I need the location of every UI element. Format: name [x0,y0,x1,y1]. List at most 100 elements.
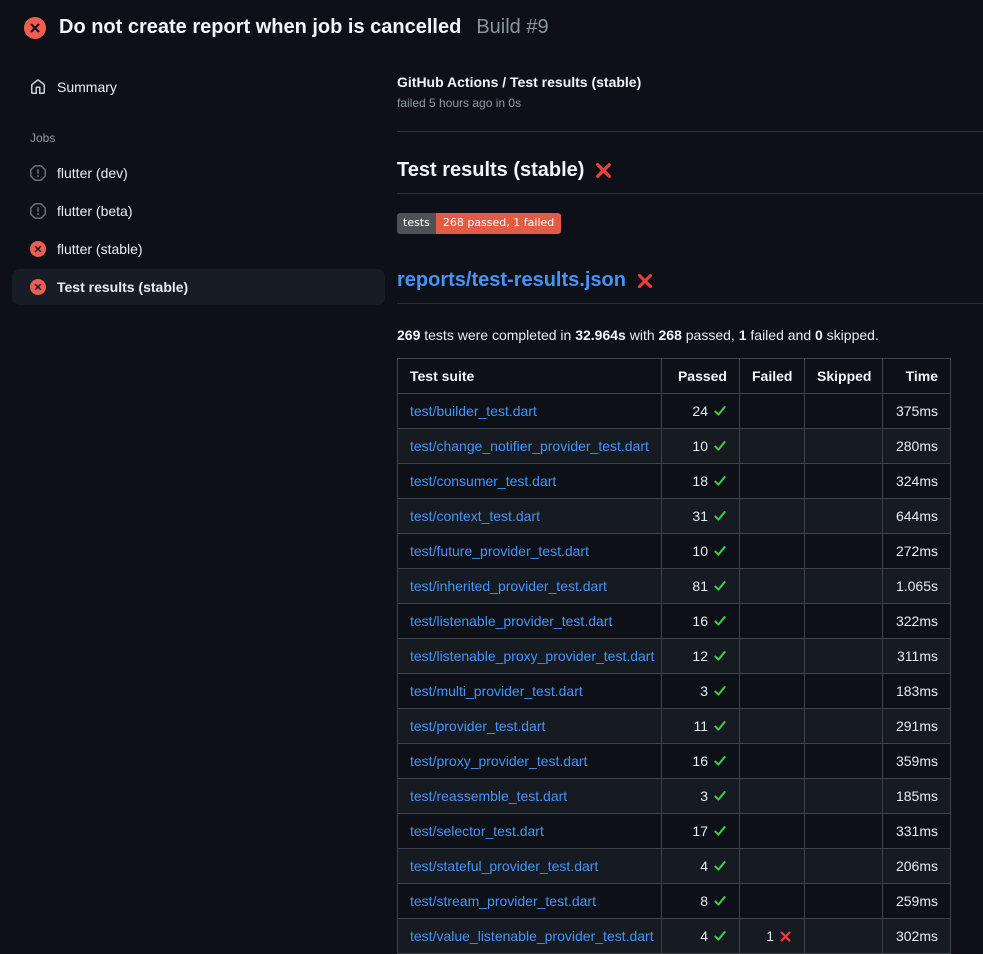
check-mark-icon [713,544,727,558]
time-cell: 280ms [883,429,951,464]
page-header: Do not create report when job is cancell… [0,0,983,49]
check-mark-icon [713,684,727,698]
failed-cell [740,814,805,849]
passed-count: 4 [700,926,727,946]
passed-count: 3 [700,786,727,806]
passed-value: 11 [693,716,708,736]
column-header-failed: Failed [740,359,805,394]
failed-count: 1 [766,926,792,946]
sidebar: Summary Jobs flutter (dev) flutter (beta… [0,49,397,307]
passed-value: 3 [700,681,708,701]
table-row: test/future_provider_test.dart10 272ms [398,534,951,569]
suite-link[interactable]: test/stateful_provider_test.dart [410,858,598,874]
suite-link[interactable]: test/provider_test.dart [410,718,545,734]
suite-cell: test/consumer_test.dart [398,464,662,499]
suite-link[interactable]: test/value_listenable_provider_test.dart [410,928,654,944]
tests-badge-value: 268 passed, 1 failed [436,213,561,234]
failed-value: 1 [766,926,774,946]
job-label: Test results (stable) [57,277,188,297]
check-mark-icon [713,474,727,488]
summary-text-part: passed, [682,327,739,343]
main-content: GitHub Actions / Test results (stable) f… [397,49,983,954]
suite-link[interactable]: test/proxy_provider_test.dart [410,753,587,769]
suite-link[interactable]: test/change_notifier_provider_test.dart [410,438,649,454]
column-header-test-suite: Test suite [398,359,662,394]
tests-badge-label: tests [397,213,436,234]
skipped-cell [805,394,883,429]
page-title: Do not create report when job is cancell… [59,16,461,39]
cross-mark-icon [636,272,654,290]
time-cell: 375ms [883,394,951,429]
summary-text-part: 1 [739,327,747,343]
suite-link[interactable]: test/multi_provider_test.dart [410,683,583,699]
check-mark-icon [713,754,727,768]
suite-link[interactable]: test/consumer_test.dart [410,473,556,489]
sidebar-item-summary[interactable]: Summary [12,69,385,105]
passed-cell: 8 [662,884,740,919]
failed-cell [740,884,805,919]
suite-cell: test/multi_provider_test.dart [398,674,662,709]
sidebar-item-flutter-beta-[interactable]: flutter (beta) [12,193,385,229]
passed-value: 12 [692,646,708,666]
passed-cell: 31 [662,499,740,534]
time-cell: 324ms [883,464,951,499]
check-mark-icon [713,509,727,523]
suite-cell: test/provider_test.dart [398,709,662,744]
passed-count: 8 [700,891,727,911]
suite-link[interactable]: test/builder_test.dart [410,403,537,419]
table-row: test/change_notifier_provider_test.dart1… [398,429,951,464]
time-cell: 259ms [883,884,951,919]
summary-text-part: tests were completed in [420,327,575,343]
sidebar-item-test-results-stable-[interactable]: Test results (stable) [12,269,385,305]
table-row: test/inherited_provider_test.dart81 1.06… [398,569,951,604]
check-mark-icon [713,579,727,593]
suite-link[interactable]: test/stream_provider_test.dart [410,893,596,909]
skipped-cell [805,744,883,779]
suite-cell: test/change_notifier_provider_test.dart [398,429,662,464]
suite-cell: test/listenable_proxy_provider_test.dart [398,639,662,674]
sidebar-item-flutter-dev-[interactable]: flutter (dev) [12,155,385,191]
suite-link[interactable]: test/context_test.dart [410,508,540,524]
suite-link[interactable]: test/selector_test.dart [410,823,544,839]
suite-link[interactable]: test/future_provider_test.dart [410,543,589,559]
check-mark-icon [713,649,727,663]
passed-cell: 3 [662,779,740,814]
suite-cell: test/proxy_provider_test.dart [398,744,662,779]
column-header-time: Time [883,359,951,394]
suite-cell: test/selector_test.dart [398,814,662,849]
passed-value: 4 [700,926,708,946]
column-header-skipped: Skipped [805,359,883,394]
skipped-cell [805,639,883,674]
time-cell: 183ms [883,674,951,709]
suite-cell: test/stream_provider_test.dart [398,884,662,919]
section-title: Test results (stable) [397,159,983,194]
report-title-link[interactable]: reports/test-results.json [397,269,626,292]
failed-cell [740,639,805,674]
suite-cell: test/reassemble_test.dart [398,779,662,814]
check-mark-icon [713,789,727,803]
sidebar-item-flutter-stable-[interactable]: flutter (stable) [12,231,385,267]
skipped-cell [805,814,883,849]
table-row: test/stateful_provider_test.dart4 206ms [398,849,951,884]
failed-cell [740,464,805,499]
passed-cell: 81 [662,569,740,604]
table-row: test/provider_test.dart11 291ms [398,709,951,744]
x-circle-fill-icon [30,279,46,295]
time-cell: 185ms [883,779,951,814]
suite-cell: test/future_provider_test.dart [398,534,662,569]
summary-text-part: 268 [659,327,682,343]
suite-link[interactable]: test/listenable_proxy_provider_test.dart [410,648,654,664]
table-row: test/builder_test.dart24 375ms [398,394,951,429]
suite-link[interactable]: test/inherited_provider_test.dart [410,578,607,594]
suite-link[interactable]: test/listenable_provider_test.dart [410,613,612,629]
test-results-table: Test suitePassedFailedSkippedTime test/b… [397,358,951,954]
suite-link[interactable]: test/reassemble_test.dart [410,788,567,804]
home-icon [30,79,46,95]
passed-count: 18 [692,471,727,491]
time-cell: 322ms [883,604,951,639]
table-row: test/context_test.dart31 644ms [398,499,951,534]
job-label: flutter (stable) [57,239,143,259]
skipped-cell [805,709,883,744]
passed-value: 17 [692,821,708,841]
passed-value: 31 [692,506,708,526]
